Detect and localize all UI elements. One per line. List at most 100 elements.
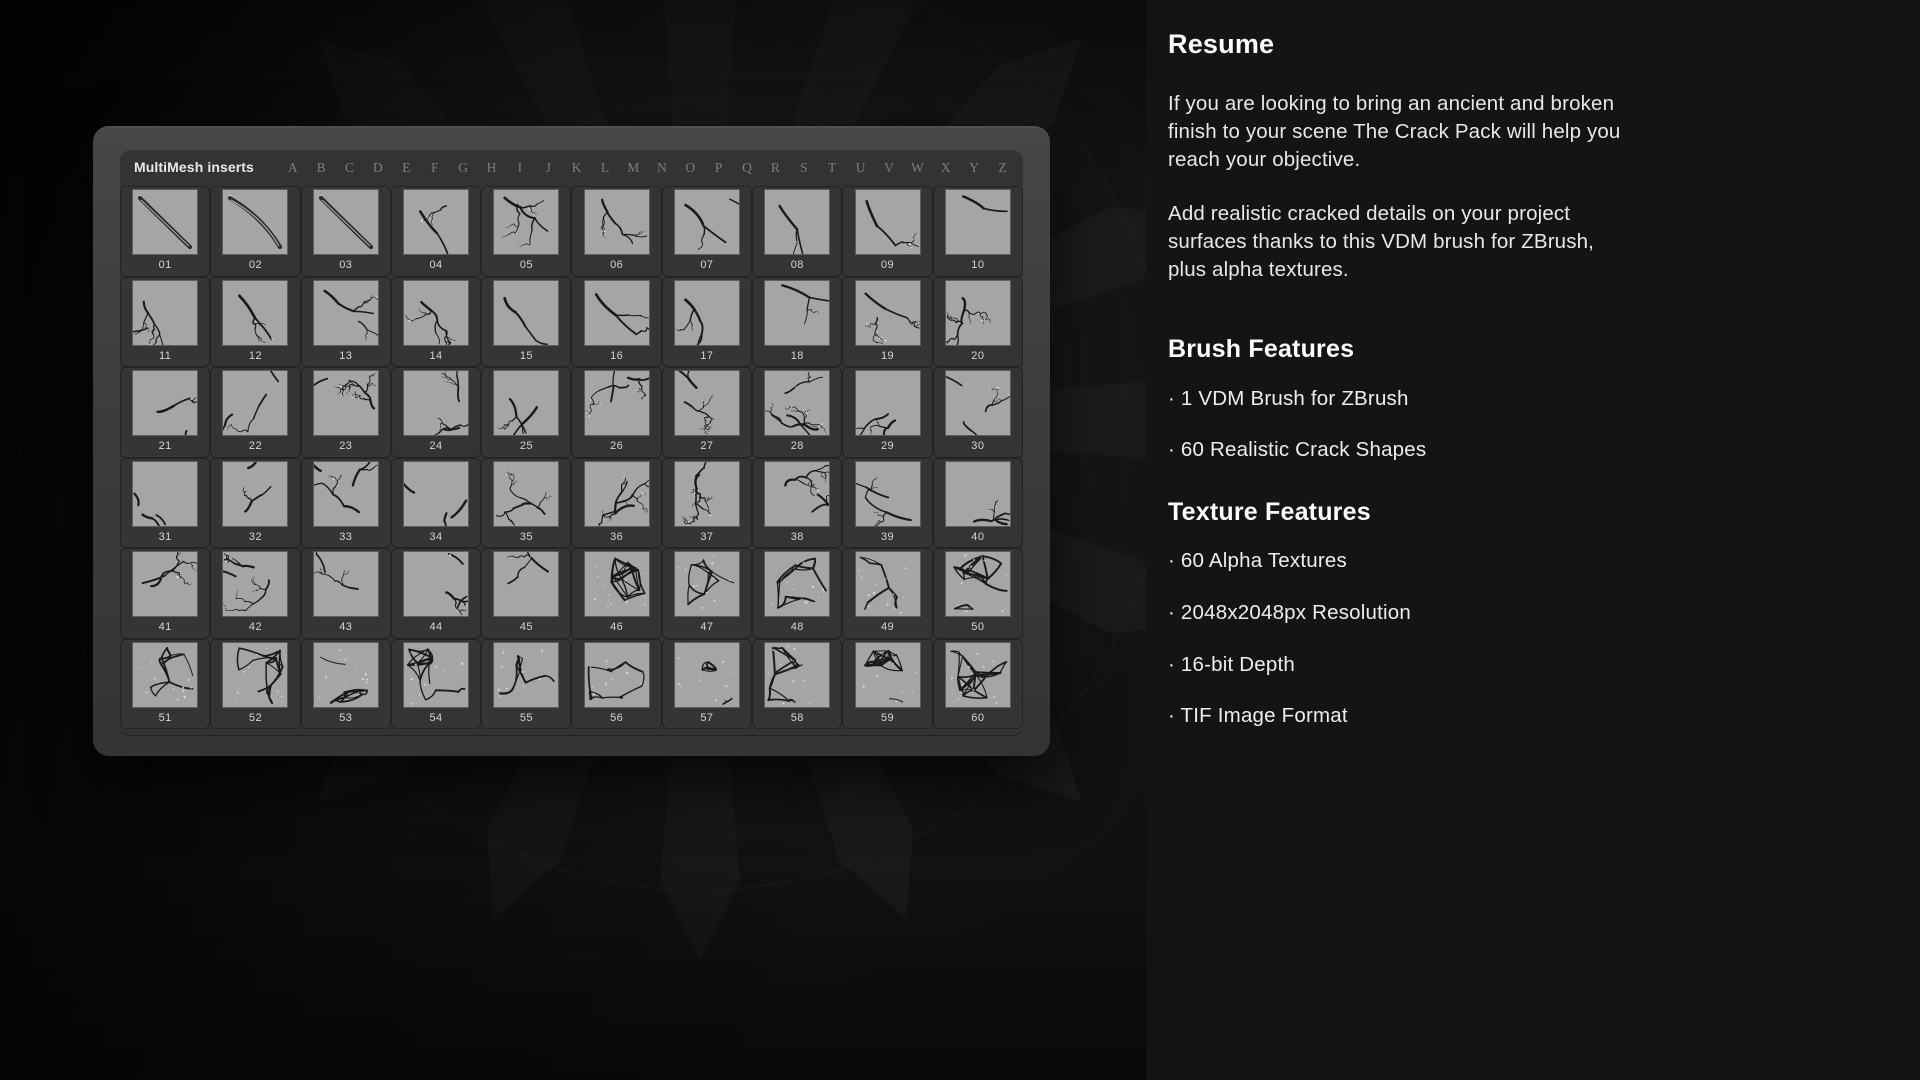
crack-thumbnail[interactable]	[945, 371, 1010, 435]
thumbnail-cell[interactable]: 16	[571, 276, 662, 367]
alphabet-letter[interactable]: N	[653, 160, 671, 176]
thumbnail-cell[interactable]: 47	[661, 548, 753, 639]
thumbnail-cell[interactable]: 02	[210, 186, 301, 277]
thumbnail-cell[interactable]: 55	[481, 638, 572, 729]
alphabet-letter[interactable]: G	[454, 160, 472, 176]
thumbnail-cell[interactable]: 24	[390, 367, 482, 458]
thumbnail-cell[interactable]: 46	[571, 548, 662, 639]
crack-thumbnail[interactable]	[404, 461, 469, 526]
thumbnail-cell[interactable]: 42	[210, 548, 301, 639]
thumbnail-cell[interactable]: 05	[481, 186, 572, 277]
alphabet-letter[interactable]: D	[369, 160, 387, 176]
crack-thumbnail[interactable]	[765, 190, 830, 254]
crack-thumbnail[interactable]	[404, 280, 469, 345]
crack-thumbnail[interactable]	[313, 461, 378, 526]
thumbnail-cell[interactable]: 17	[661, 276, 753, 367]
thumbnail-cell[interactable]: 39	[842, 457, 933, 548]
thumbnail-cell[interactable]: 03	[300, 186, 391, 277]
crack-thumbnail[interactable]	[494, 280, 559, 345]
thumbnail-cell[interactable]: 43	[300, 548, 391, 639]
thumbnail-cell[interactable]: 59	[842, 638, 933, 729]
thumbnail-cell[interactable]: 48	[752, 548, 843, 639]
crack-thumbnail[interactable]	[133, 371, 198, 435]
crack-thumbnail[interactable]	[945, 190, 1010, 254]
crack-thumbnail[interactable]	[494, 461, 559, 526]
thumbnail-cell[interactable]: 50	[932, 548, 1023, 639]
thumbnail-cell[interactable]: 27	[661, 367, 753, 458]
thumbnail-cell[interactable]: 51	[120, 638, 211, 729]
thumbnail-cell[interactable]: 54	[390, 638, 482, 729]
alphabet-letter[interactable]: B	[312, 160, 330, 176]
crack-thumbnail[interactable]	[674, 371, 739, 435]
thumbnail-cell[interactable]: 35	[481, 457, 572, 548]
thumbnail-cell[interactable]: 38	[752, 457, 843, 548]
crack-thumbnail[interactable]	[945, 280, 1010, 345]
thumbnail-cell[interactable]: 60	[932, 638, 1023, 729]
crack-thumbnail[interactable]	[584, 552, 649, 616]
crack-thumbnail[interactable]	[133, 280, 198, 345]
crack-thumbnail[interactable]	[313, 642, 378, 707]
thumbnail-cell[interactable]: 32	[210, 457, 301, 548]
crack-thumbnail[interactable]	[765, 642, 830, 707]
crack-thumbnail[interactable]	[494, 190, 559, 254]
crack-thumbnail[interactable]	[765, 280, 830, 345]
alphabet-letter[interactable]: J	[540, 160, 558, 176]
thumbnail-cell[interactable]: 36	[571, 457, 662, 548]
crack-thumbnail[interactable]	[223, 190, 288, 254]
crack-thumbnail[interactable]	[584, 461, 649, 526]
alphabet-letter[interactable]: A	[284, 160, 302, 176]
thumbnail-cell[interactable]: 08	[752, 186, 843, 277]
crack-thumbnail[interactable]	[945, 461, 1010, 526]
thumbnail-cell[interactable]: 12	[210, 276, 301, 367]
thumbnail-cell[interactable]: 09	[842, 186, 933, 277]
alphabet-letter[interactable]: S	[795, 160, 813, 176]
crack-thumbnail[interactable]	[855, 461, 920, 526]
thumbnail-cell[interactable]: 53	[300, 638, 391, 729]
thumbnail-cell[interactable]: 41	[120, 548, 211, 639]
crack-thumbnail[interactable]	[133, 461, 198, 526]
crack-thumbnail[interactable]	[765, 552, 830, 616]
thumbnail-cell[interactable]: 07	[661, 186, 753, 277]
crack-thumbnail[interactable]	[494, 642, 559, 707]
thumbnail-cell[interactable]: 34	[390, 457, 482, 548]
thumbnail-cell[interactable]: 40	[932, 457, 1023, 548]
crack-thumbnail[interactable]	[855, 552, 920, 616]
alphabet-letter[interactable]: V	[880, 160, 898, 176]
crack-thumbnail[interactable]	[855, 642, 920, 707]
crack-thumbnail[interactable]	[133, 642, 198, 707]
alphabet-letter[interactable]: E	[398, 160, 416, 176]
alphabet-letter[interactable]: K	[568, 160, 586, 176]
thumbnail-cell[interactable]: 15	[481, 276, 572, 367]
thumbnail-cell[interactable]: 44	[390, 548, 482, 639]
thumbnail-cell[interactable]: 23	[300, 367, 391, 458]
alphabet-letter[interactable]: X	[937, 160, 955, 176]
crack-thumbnail[interactable]	[223, 552, 288, 616]
thumbnail-cell[interactable]: 56	[571, 638, 662, 729]
crack-thumbnail[interactable]	[855, 371, 920, 435]
thumbnail-cell[interactable]: 26	[571, 367, 662, 458]
thumbnail-cell[interactable]: 06	[571, 186, 662, 277]
crack-thumbnail[interactable]	[313, 190, 378, 254]
alphabet-letter[interactable]: C	[341, 160, 359, 176]
alphabet-letter[interactable]: P	[710, 160, 728, 176]
crack-thumbnail[interactable]	[584, 190, 649, 254]
thumbnail-cell[interactable]: 58	[752, 638, 843, 729]
thumbnail-cell[interactable]: 18	[752, 276, 843, 367]
thumbnail-cell[interactable]: 45	[481, 548, 572, 639]
thumbnail-cell[interactable]: 11	[120, 276, 211, 367]
crack-thumbnail[interactable]	[313, 552, 378, 616]
crack-thumbnail[interactable]	[133, 190, 198, 254]
crack-thumbnail[interactable]	[494, 371, 559, 435]
crack-thumbnail[interactable]	[404, 552, 469, 616]
thumbnail-cell[interactable]: 25	[481, 367, 572, 458]
alphabet-letter[interactable]: R	[767, 160, 785, 176]
alphabet-letter[interactable]: Q	[738, 160, 756, 176]
crack-thumbnail[interactable]	[404, 371, 469, 435]
thumbnail-cell[interactable]: 29	[842, 367, 933, 458]
alphabet-letter[interactable]: U	[852, 160, 870, 176]
crack-thumbnail[interactable]	[584, 280, 649, 345]
crack-thumbnail[interactable]	[674, 280, 739, 345]
crack-thumbnail[interactable]	[313, 371, 378, 435]
thumbnail-cell[interactable]: 33	[300, 457, 391, 548]
crack-thumbnail[interactable]	[674, 642, 739, 707]
